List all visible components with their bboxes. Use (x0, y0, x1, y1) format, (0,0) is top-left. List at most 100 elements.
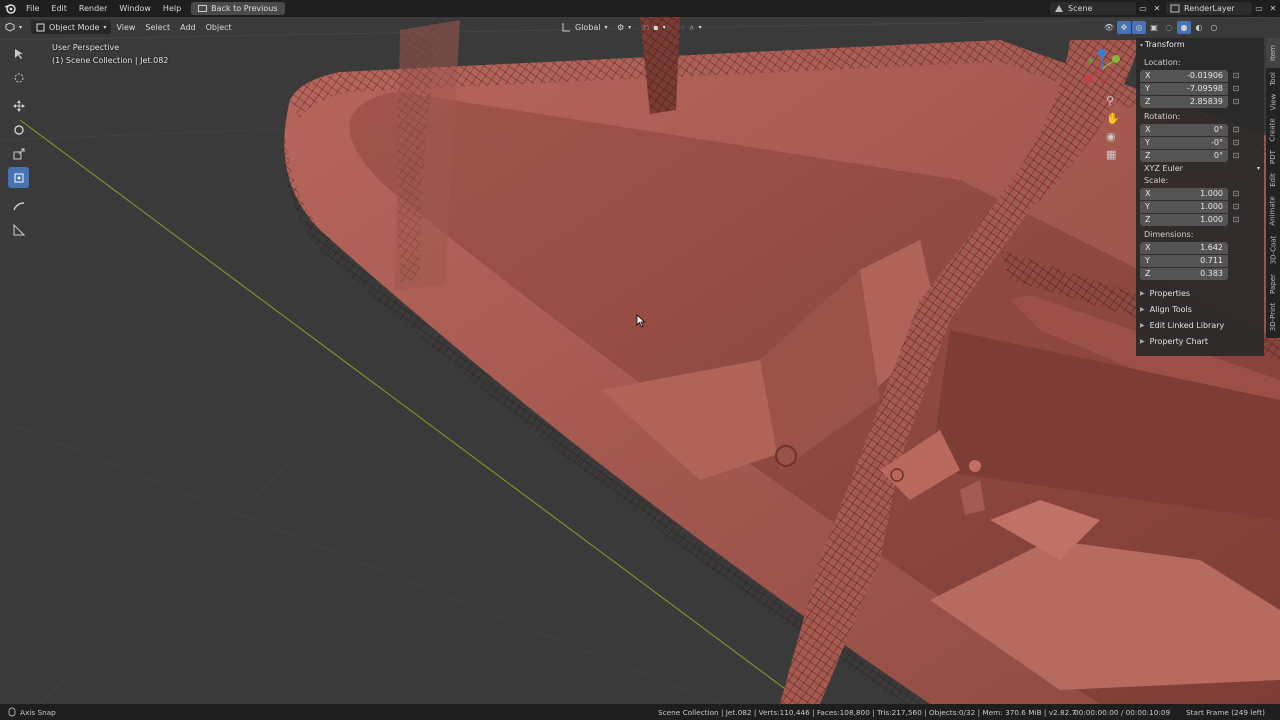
menu-help[interactable]: Help (157, 0, 187, 17)
location-x-field[interactable]: X -0.01906 (1140, 69, 1228, 82)
header-menu-object[interactable]: Object (201, 20, 237, 34)
mouse-icon (8, 707, 16, 717)
overlay-toggle-icon[interactable]: ◎ (1132, 20, 1146, 34)
tab-label: PDT (1268, 150, 1277, 164)
measure-tool[interactable] (8, 219, 29, 240)
axis-label: Y (1145, 138, 1150, 147)
lock-icon[interactable]: ⊡ (1228, 125, 1244, 134)
back-to-previous-button[interactable]: Back to Previous (191, 2, 285, 15)
annotate-tool[interactable] (8, 195, 29, 216)
lock-icon[interactable]: ⊡ (1228, 138, 1244, 147)
header-menu-select[interactable]: Select (140, 20, 175, 34)
mode-label: Object Mode (49, 22, 100, 32)
new-layer-icon[interactable]: ▭ (1252, 2, 1266, 15)
dimensions-y-field[interactable]: Y 0.711 (1140, 254, 1228, 267)
location-z-field[interactable]: Z 2.85839 (1140, 95, 1228, 108)
snap-toggle[interactable]: ⊓ ▪ ▾ (638, 20, 671, 34)
camera-view-icon[interactable]: ◉ (1106, 130, 1122, 143)
render-layer-name[interactable]: RenderLayer (1184, 4, 1248, 13)
section-align-tools[interactable]: ▶ Align Tools (1136, 302, 1264, 318)
lock-icon[interactable]: ⊡ (1228, 151, 1244, 160)
dimensions-label: Dimensions: (1144, 230, 1194, 239)
menu-edit[interactable]: Edit (45, 0, 73, 17)
grid-view-icon[interactable]: ▦ (1106, 148, 1122, 161)
rotate-tool[interactable] (8, 119, 29, 140)
scale-y-field[interactable]: Y 1.000 (1140, 200, 1228, 213)
scale-z-field[interactable]: Z 1.000 (1140, 213, 1228, 226)
cursor-tool[interactable] (8, 67, 29, 88)
rotation-mode-dropdown[interactable]: XYZ Euler ▾ (1136, 162, 1264, 175)
dimensions-z-row: Z 0.383 (1136, 267, 1264, 280)
3d-viewport[interactable]: User Perspective (1) Scene Collection | … (0, 17, 1280, 704)
tab-animate[interactable]: Animate (1266, 192, 1280, 230)
delete-scene-icon[interactable]: ✕ (1150, 2, 1164, 15)
proportional-icon: ◦ (680, 22, 685, 32)
dimensions-x-field[interactable]: X 1.642 (1140, 241, 1228, 254)
transform-header[interactable]: ▾ Transform (1136, 38, 1264, 51)
solid-shading-icon[interactable]: ● (1177, 20, 1191, 34)
lock-icon[interactable]: ⊡ (1228, 71, 1244, 80)
axis-label: X (1145, 189, 1151, 198)
axis-label: Z (1145, 215, 1151, 224)
material-shading-icon[interactable]: ◐ (1192, 21, 1206, 34)
scene-selector[interactable]: Scene (1050, 2, 1136, 15)
visibility-icon[interactable]: 👁 (1102, 21, 1116, 34)
rotation-x-field[interactable]: X 0° (1140, 123, 1228, 136)
tab-3d-coat[interactable]: 3D-Coat (1266, 230, 1280, 270)
section-property-chart[interactable]: ▶ Property Chart (1136, 334, 1264, 350)
dimensions-z-field[interactable]: Z 0.383 (1140, 267, 1228, 280)
xray-toggle-icon[interactable]: ▣ (1147, 21, 1161, 34)
axis-gizmo-icon[interactable] (1082, 47, 1122, 89)
editor-type-menu[interactable]: ▾ (0, 20, 27, 34)
proportional-edit-toggle[interactable]: ◦ ∧ ▾ (675, 20, 707, 34)
tab-edit[interactable]: Edit (1266, 168, 1280, 192)
mode-selector[interactable]: Object Mode ▾ (31, 20, 112, 34)
viewport-canvas[interactable] (0, 17, 1280, 704)
chevron-down-icon: ▾ (19, 23, 23, 31)
wireframe-shading-icon[interactable]: ◌ (1162, 21, 1176, 34)
pan-hand-icon[interactable]: ✋ (1106, 112, 1122, 125)
rotation-y-field[interactable]: Y -0° (1140, 136, 1228, 149)
mode-chevron-icon: ▾ (103, 23, 107, 31)
scene-name[interactable]: Scene (1068, 4, 1132, 13)
pivot-selector[interactable]: ⚙ ▾ (612, 20, 636, 34)
menu-render[interactable]: Render (73, 0, 113, 17)
rendered-shading-icon[interactable]: ○ (1207, 21, 1221, 34)
delete-layer-icon[interactable]: ✕ (1266, 2, 1280, 15)
move-tool[interactable] (8, 95, 29, 116)
transform-tool[interactable] (8, 167, 29, 188)
lock-icon[interactable]: ⊡ (1228, 202, 1244, 211)
header-menu-view[interactable]: View (111, 20, 140, 34)
orientation-icon (562, 23, 570, 32)
tab-tool[interactable]: Tool (1266, 68, 1280, 90)
location-z-value: 2.85839 (1189, 97, 1223, 106)
scale-z-value: 1.000 (1200, 215, 1223, 224)
tab-pdt[interactable]: PDT (1266, 146, 1280, 168)
scale-tool[interactable] (8, 143, 29, 164)
select-box-tool[interactable] (8, 43, 29, 64)
header-menu-add[interactable]: Add (175, 20, 201, 34)
scene-icon (1055, 5, 1063, 12)
menu-file[interactable]: File (20, 0, 45, 17)
tab-item[interactable]: Item (1266, 38, 1280, 68)
scale-x-field[interactable]: X 1.000 (1140, 187, 1228, 200)
new-scene-icon[interactable]: ▭ (1136, 2, 1150, 15)
tab-view[interactable]: View (1266, 90, 1280, 114)
lock-icon[interactable]: ⊡ (1228, 84, 1244, 93)
location-y-field[interactable]: Y -7.09598 (1140, 82, 1228, 95)
lock-icon[interactable]: ⊡ (1228, 215, 1244, 224)
rotation-z-field[interactable]: Z 0° (1140, 149, 1228, 162)
section-edit-linked-library[interactable]: ▶ Edit Linked Library (1136, 318, 1264, 334)
tab-3d-print[interactable]: 3D-Print (1266, 298, 1280, 336)
menu-window[interactable]: Window (113, 0, 157, 17)
lock-icon[interactable]: ⊡ (1228, 97, 1244, 106)
tab-create[interactable]: Create (1266, 114, 1280, 146)
lock-icon[interactable]: ⊡ (1228, 189, 1244, 198)
render-layer-selector[interactable]: RenderLayer (1166, 2, 1252, 15)
zoom-icon[interactable]: ⚲ (1106, 94, 1122, 107)
transform-orientation-selector[interactable]: Global ▾ (556, 20, 613, 34)
section-properties[interactable]: ▶ Properties (1136, 286, 1264, 302)
tab-paper[interactable]: Paper (1266, 270, 1280, 298)
blender-logo-icon[interactable] (0, 0, 20, 17)
gizmo-toggle-icon[interactable]: ✥ (1117, 20, 1131, 34)
